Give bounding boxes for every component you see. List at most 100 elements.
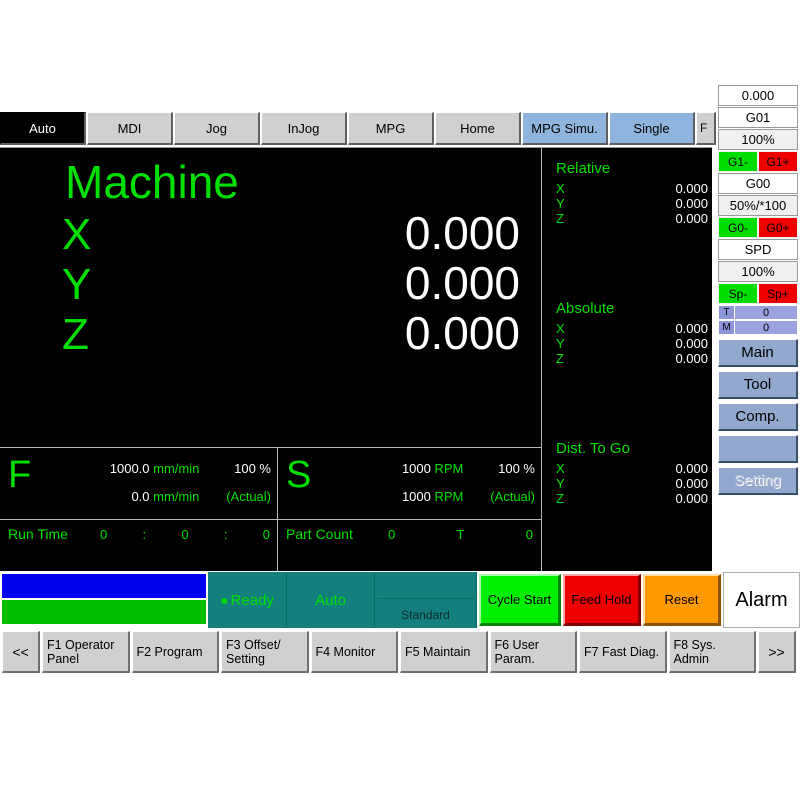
feed-commanded-unit: mm/min [153, 461, 200, 476]
rapid-override-increase-button[interactable]: G0+ [758, 217, 798, 238]
tab-home-label: Home [460, 120, 495, 136]
rapid-override-decrease-button[interactable]: G0- [718, 217, 758, 238]
reset-button[interactable]: Reset [643, 574, 721, 626]
run-time-row: Run Time 0 : 0 : 0 [0, 519, 277, 572]
spindle-speed-label: SPD [718, 239, 798, 260]
tab-single-label: Single [633, 120, 670, 136]
machine-axis-x-value: 0.000 [404, 207, 520, 259]
coord-row: Y 0.000 [556, 336, 708, 351]
feed-override-decrease-button[interactable]: G1- [718, 151, 758, 172]
feed-override-increase-button[interactable]: G1+ [758, 151, 798, 172]
t-code-value: 0 [762, 306, 770, 319]
coord-group-relative-title: Relative [556, 160, 611, 177]
part-count-values: 0 T 0 [388, 527, 533, 542]
absolute-y-label: Y [556, 336, 565, 351]
override-side-panel: 0.000 G01 100% G1- G1+ G00 50%/*100 G0- … [714, 85, 800, 575]
relative-y-label: Y [556, 196, 565, 211]
machine-position-panel: Machine X Y Z 0.000 0.000 0.000 F 1000.0… [0, 148, 541, 572]
tab-single[interactable]: Single [609, 112, 695, 145]
tab-mpg-simu[interactable]: MPG Simu. [522, 112, 608, 145]
tab-mpg-simu-label: MPG Simu. [531, 120, 598, 136]
t-code-row: T 0 [718, 305, 798, 320]
feed-hold-button[interactable]: Feed Hold [563, 574, 641, 626]
tab-mdi[interactable]: MDI [87, 112, 173, 145]
spindle-override-percent: 100% [718, 261, 798, 282]
spindle-actual-label: (Actual) [490, 489, 535, 504]
machine-axis-labels: X Y Z [62, 210, 91, 360]
blank-button[interactable] [718, 435, 798, 463]
status-bar: ● Ready Auto Standard Cycle Start Feed H… [0, 572, 800, 628]
spindle-override-increase-button[interactable]: Sp+ [758, 283, 798, 304]
m-code-key: M [719, 321, 735, 334]
comp-button[interactable]: Comp. [718, 403, 798, 431]
feed-actual-unit: mm/min [153, 489, 200, 504]
spindle-override-decrease-button[interactable]: Sp- [718, 283, 758, 304]
next-page-button[interactable]: >> [758, 631, 796, 673]
fkey-f3-offset-setting[interactable]: F3 Offset/ Setting [221, 631, 309, 673]
rapid-mode-readout: G00 [718, 173, 798, 194]
coord-row: Y 0.000 [556, 476, 708, 491]
tab-mdi-label: MDI [117, 120, 142, 136]
machine-axis-y-label: Y [62, 260, 92, 309]
alarm-button[interactable]: Alarm [723, 572, 800, 628]
spindle-commanded-value: 1000 [401, 461, 431, 476]
machine-axis-y-value: 0.000 [404, 257, 520, 309]
progress-bar-green [2, 600, 206, 624]
coord-row: X 0.000 [556, 181, 708, 196]
fkey-f2-program[interactable]: F2 Program [131, 631, 219, 673]
part-count-value: 0 [388, 527, 396, 542]
prev-page-button[interactable]: << [2, 631, 40, 673]
current-mode-indicator: Auto [287, 572, 375, 628]
tab-f-label: F [700, 121, 708, 135]
feed-spindle-panel: F 1000.0 mm/min 100 % 0.0 mm/min (Actual… [0, 447, 541, 572]
disttogo-x-label: X [556, 461, 565, 476]
machine-axis-z-label: Z [62, 310, 89, 359]
fkey-f8-sys-admin[interactable]: F8 Sys. Admin [668, 631, 756, 673]
relative-x-label: X [556, 181, 565, 196]
feed-override: 100 % [234, 461, 271, 476]
fkey-f5-maintain[interactable]: F5 Maintain [400, 631, 488, 673]
feed-override-buttons: G1- G1+ [718, 151, 798, 172]
tab-mpg[interactable]: MPG [348, 112, 434, 145]
disttogo-z-label: Z [556, 491, 564, 506]
progress-bars [0, 572, 208, 628]
tool-number-label: T [456, 527, 465, 542]
coord-row: Z 0.000 [556, 351, 708, 366]
tab-f-clipped[interactable]: F [696, 112, 716, 145]
feed-actual-label: (Actual) [226, 489, 271, 504]
run-time-seconds: 0 [262, 527, 270, 542]
spindle-actual-value: 1000 [401, 489, 431, 504]
spindle-override: 100 % [498, 461, 535, 476]
setting-button[interactable]: Setting [718, 467, 798, 495]
relative-z-label: Z [556, 211, 564, 226]
mode-tab-bar: Auto MDI Jog InJog MPG Home MPG Simu. Si… [0, 112, 800, 145]
main-button[interactable]: Main [718, 339, 798, 367]
coord-row: X 0.000 [556, 461, 708, 476]
tool-number-value: 0 [525, 527, 533, 542]
tab-injog[interactable]: InJog [261, 112, 347, 145]
tab-home[interactable]: Home [435, 112, 521, 145]
rapid-override-percent: 50%/*100 [718, 195, 798, 216]
cycle-start-button[interactable]: Cycle Start [479, 574, 561, 626]
relative-z-value: 0.000 [675, 211, 708, 226]
coord-group-dist-to-go-title: Dist. To Go [556, 440, 630, 457]
spindle-commanded-unit: RPM [434, 461, 464, 476]
part-count-row: Part Count 0 T 0 [278, 519, 541, 572]
fkey-f4-monitor[interactable]: F4 Monitor [310, 631, 398, 673]
coordinate-readout-panel: Relative X 0.000 Y 0.000 Z 0.000 Absolut… [542, 148, 712, 571]
disttogo-z-value: 0.000 [675, 491, 708, 506]
fkey-f1-operator-panel[interactable]: F1 Operator Panel [42, 631, 130, 673]
run-time-label: Run Time [8, 526, 68, 542]
tool-button[interactable]: Tool [718, 371, 798, 399]
tab-jog[interactable]: Jog [174, 112, 260, 145]
fkey-f6-user-param[interactable]: F6 User Param. [489, 631, 577, 673]
tab-auto[interactable]: Auto [0, 112, 86, 145]
run-time-sep-1: : [142, 527, 147, 542]
feed-letter: F [8, 454, 32, 496]
fkey-f7-fast-diag[interactable]: F7 Fast Diag. [579, 631, 667, 673]
run-time-hours: 0 [100, 527, 108, 542]
m-code-value: 0 [762, 321, 770, 334]
coord-row: Z 0.000 [556, 491, 708, 506]
feed-commanded-row: 1000.0 mm/min 100 % [54, 461, 271, 476]
absolute-x-value: 0.000 [675, 321, 708, 336]
